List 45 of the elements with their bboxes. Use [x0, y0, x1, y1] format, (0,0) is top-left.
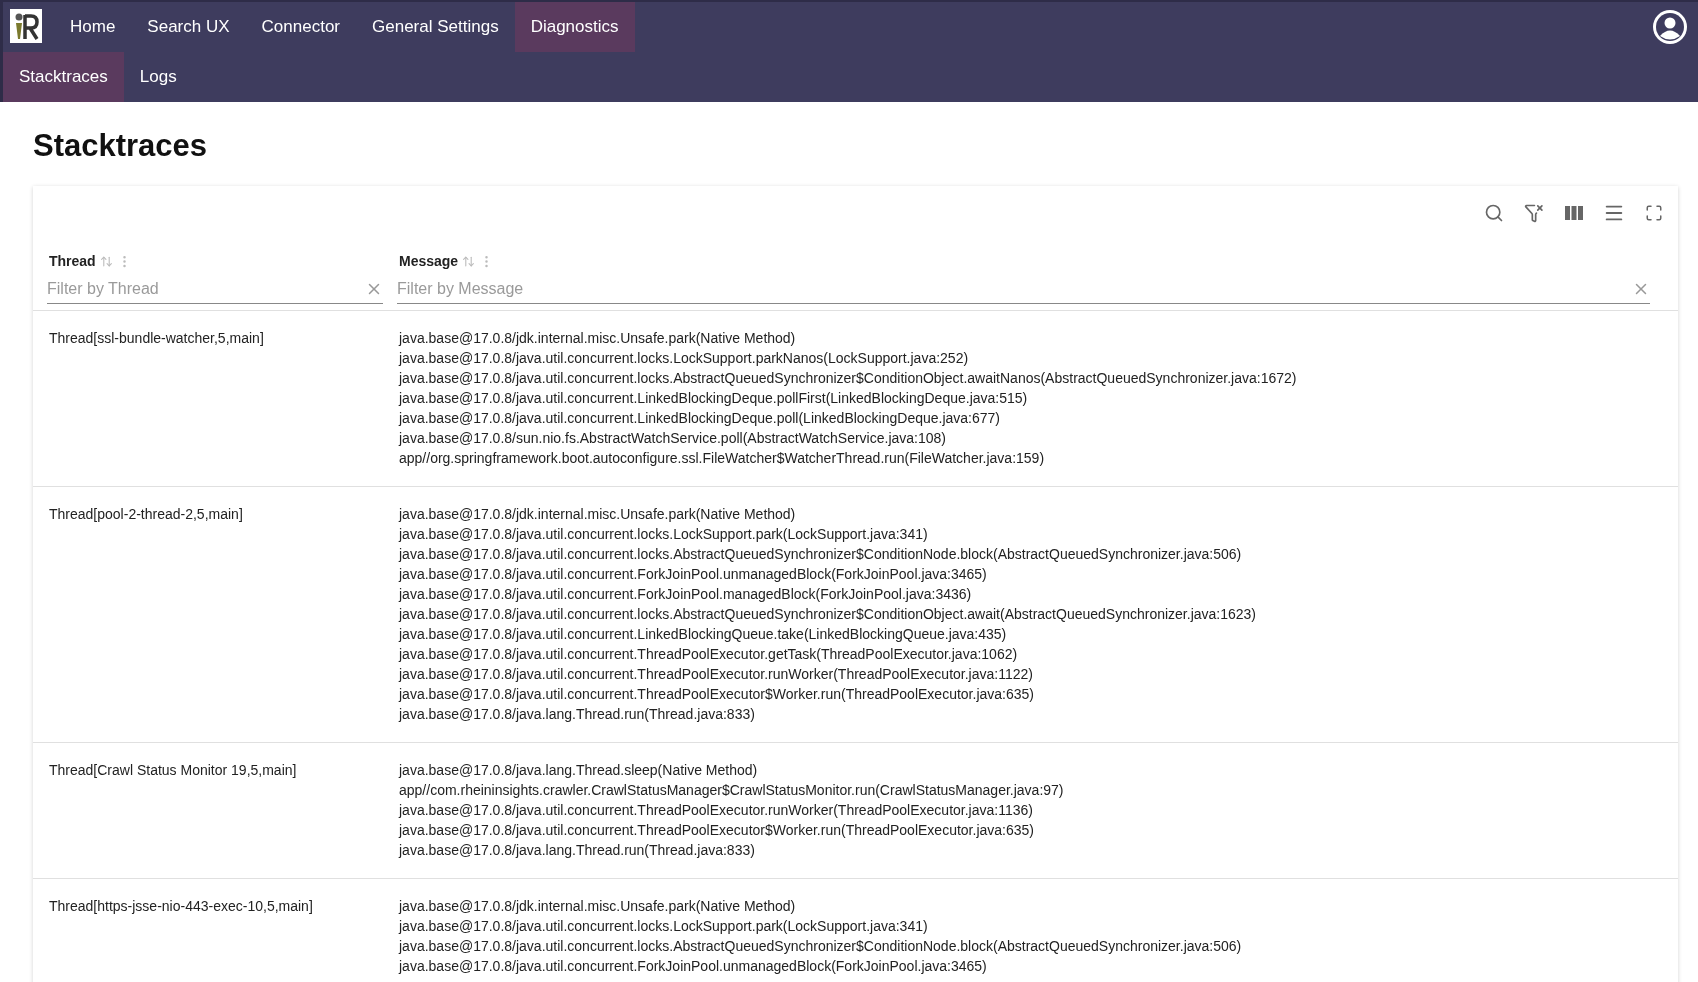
filter-field[interactable]: Filter by Message — [397, 280, 1632, 298]
stack-line: java.base@17.0.8/java.lang.Thread.sleep(Native Method) — [399, 761, 758, 780]
thread-cell-text: Thread[ssl-bundle-watcher,5,main] — [49, 329, 265, 348]
stack-line: java.base@17.0.8/sun.nio.fs.AbstractWatchService.poll(AbstractWatchService.java:108) — [399, 429, 946, 448]
stack-line: java.base@17.0.8/java.util.concurrent.locks.LockSupport.park(LockSupport.java:341) — [399, 525, 928, 544]
stack-line: java.base@17.0.8/java.util.concurrent.locks.LockSupport.parkNanos(LockSupport.java:252) — [399, 349, 969, 368]
sub-tab[interactable]: Logs — [123, 52, 193, 102]
stack-line: java.base@17.0.8/java.util.concurrent.locks.AbstractQueuedSynchronizer$ConditionObject.awaitNanos(AbstractQueuedSynchronizer.java:1672) — [399, 369, 1297, 388]
logo-icon[interactable] — [10, 9, 42, 43]
filter-field[interactable]: Filter by Thread — [47, 280, 365, 298]
stack-line: java.base@17.0.8/java.util.concurrent.locks.AbstractQueuedSynchronizer$ConditionNode.block(AbstractQueuedSynchronizer.java:506) — [399, 545, 1242, 564]
nav-tab[interactable]: General Settings — [356, 2, 515, 52]
stack-line: java.base@17.0.8/java.util.concurrent.ThreadPoolExecutor$Worker.run(ThreadPoolExecutor.java:635) — [399, 821, 1034, 840]
stack-line: java.base@17.0.8/java.util.concurrent.LinkedBlockingDeque.poll(LinkedBlockingDeque.java:677) — [399, 409, 1001, 428]
stack-line: java.base@17.0.8/java.util.concurrent.ForkJoinPool.unmanagedBlock(ForkJoinPool.java:3465) — [399, 957, 987, 976]
thread-cell-text: Thread[https-jsse-nio-443-exec-10,5,main] — [49, 897, 314, 916]
nav-tab[interactable]: Connector — [245, 2, 356, 52]
stack-line: java.base@17.0.8/java.util.concurrent.ThreadPoolExecutor.runWorker(ThreadPoolExecutor.java:1136) — [399, 801, 1033, 820]
stack-line: java.base@17.0.8/java.util.concurrent.ThreadPoolExecutor.getTask(ThreadPoolExecutor.java:1062) — [399, 645, 1018, 664]
stack-line: java.base@17.0.8/jdk.internal.misc.Unsafe.park(Native Method) — [399, 329, 796, 348]
stack-line: java.base@17.0.8/java.util.concurrent.locks.AbstractQueuedSynchronizer$ConditionObject.await(AbstractQueuedSynchronizer.java:1623) — [399, 605, 1256, 624]
stack-line: app//org.springframework.boot.autoconfigure.ssl.FileWatcher$WatcherThread.run(FileWatcher.java:159) — [399, 449, 1045, 468]
stack-line: java.base@17.0.8/java.util.concurrent.ForkJoinPool.unmanagedBlock(ForkJoinPool.java:3465) — [399, 565, 987, 584]
stack-line: java.base@17.0.8/java.util.concurrent.ThreadPoolExecutor$Worker.run(ThreadPoolExecutor.java:635) — [399, 685, 1034, 704]
thread-cell-text: Thread[Crawl Status Monitor 19,5,main] — [49, 761, 298, 780]
column-header[interactable]: Thread — [49, 253, 96, 269]
user-avatar-icon[interactable] — [1652, 9, 1688, 45]
stack-line: java.base@17.0.8/java.util.concurrent.LinkedBlockingDeque.pollFirst(LinkedBlockingDeque.java:515) — [399, 389, 1028, 408]
column-header[interactable]: Message — [399, 253, 459, 269]
stack-line: app//com.rheininsights.crawler.CrawlStatusManager$CrawlStatusMonitor.run(CrawlStatusManager.java:97) — [399, 781, 1064, 800]
sub-tab[interactable]: Stacktraces — [3, 52, 124, 102]
stack-line: java.base@17.0.8/java.lang.Thread.run(Thread.java:833) — [399, 705, 755, 724]
page-title: Stacktraces — [33, 128, 209, 164]
nav-tab[interactable]: Search UX — [131, 2, 246, 52]
stack-line: java.base@17.0.8/java.util.concurrent.ThreadPoolExecutor.runWorker(ThreadPoolExecutor.java:1122) — [399, 665, 1033, 684]
thread-cell-text: Thread[pool-2-thread-2,5,main] — [49, 505, 244, 524]
stack-line: java.base@17.0.8/java.util.concurrent.locks.LockSupport.park(LockSupport.java:341) — [399, 917, 928, 936]
stack-line: java.base@17.0.8/java.lang.Thread.run(Thread.java:833) — [399, 841, 755, 860]
stack-line: java.base@17.0.8/java.util.concurrent.ForkJoinPool.managedBlock(ForkJoinPool.java:3436) — [399, 585, 972, 604]
stack-line: java.base@17.0.8/java.util.concurrent.locks.AbstractQueuedSynchronizer$ConditionNode.block(AbstractQueuedSynchronizer.java:506) — [399, 937, 1242, 956]
stack-line: java.base@17.0.8/java.util.concurrent.LinkedBlockingQueue.take(LinkedBlockingQueue.java:435) — [399, 625, 1007, 644]
stack-line: java.base@17.0.8/jdk.internal.misc.Unsafe.park(Native Method) — [399, 505, 796, 524]
stack-line: java.base@17.0.8/jdk.internal.misc.Unsafe.park(Native Method) — [399, 897, 796, 916]
nav-tab[interactable]: Diagnostics — [514, 2, 635, 52]
nav-tab[interactable]: Home — [54, 2, 132, 52]
